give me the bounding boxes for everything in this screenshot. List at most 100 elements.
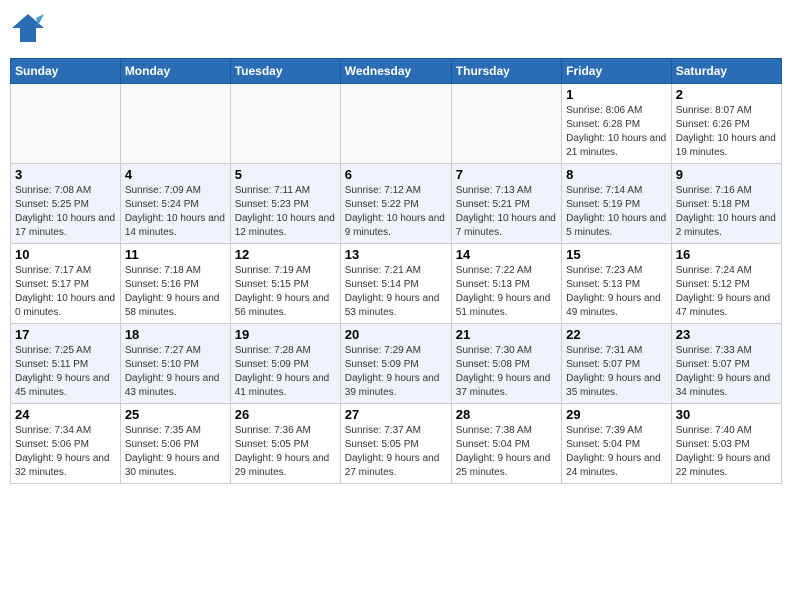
day-info: Sunrise: 7:08 AM Sunset: 5:25 PM Dayligh… bbox=[15, 184, 116, 240]
day-number: 25 bbox=[125, 407, 226, 422]
calendar-day-cell: 1 Sunrise: 8:06 AM Sunset: 6:28 PM Daylig… bbox=[562, 84, 672, 164]
weekday-header: Sunday bbox=[11, 59, 121, 84]
day-number: 23 bbox=[676, 327, 777, 342]
day-info: Sunrise: 7:21 AM Sunset: 5:14 PM Dayligh… bbox=[345, 264, 447, 320]
weekday-header: Saturday bbox=[671, 59, 781, 84]
weekday-header: Wednesday bbox=[340, 59, 451, 84]
day-info: Sunrise: 7:40 AM Sunset: 5:03 PM Dayligh… bbox=[676, 424, 777, 480]
day-info: Sunrise: 7:39 AM Sunset: 5:04 PM Dayligh… bbox=[566, 424, 667, 480]
weekday-header-row: SundayMondayTuesdayWednesdayThursdayFrid… bbox=[11, 59, 782, 84]
day-number: 24 bbox=[15, 407, 116, 422]
day-info: Sunrise: 7:19 AM Sunset: 5:15 PM Dayligh… bbox=[235, 264, 336, 320]
calendar-week-row: 24 Sunrise: 7:34 AM Sunset: 5:06 PM Dayli… bbox=[11, 404, 782, 484]
calendar-day-cell: 23 Sunrise: 7:33 AM Sunset: 5:07 PM Dayli… bbox=[671, 324, 781, 404]
day-number: 28 bbox=[456, 407, 557, 422]
weekday-header: Thursday bbox=[451, 59, 561, 84]
weekday-header: Friday bbox=[562, 59, 672, 84]
calendar-table: SundayMondayTuesdayWednesdayThursdayFrid… bbox=[10, 58, 782, 484]
calendar-day-cell: 19Sunrise: 7:28 AM Sunset: 5:09 PM Dayli… bbox=[230, 324, 340, 404]
calendar-day-cell: 20 Sunrise: 7:29 AM Sunset: 5:09 PM Dayli… bbox=[340, 324, 451, 404]
day-number: 29 bbox=[566, 407, 667, 422]
day-number: 7 bbox=[456, 167, 557, 182]
calendar-day-cell bbox=[340, 84, 451, 164]
day-info: Sunrise: 7:33 AM Sunset: 5:07 PM Dayligh… bbox=[676, 344, 777, 400]
calendar-day-cell: 22 Sunrise: 7:31 AM Sunset: 5:07 PM Dayli… bbox=[562, 324, 672, 404]
calendar-week-row: 3Sunrise: 7:08 AM Sunset: 5:25 PM Daylig… bbox=[11, 164, 782, 244]
day-info: Sunrise: 7:25 AM Sunset: 5:11 PM Dayligh… bbox=[15, 344, 116, 400]
day-number: 1 bbox=[566, 87, 667, 102]
calendar-day-cell: 30Sunrise: 7:40 AM Sunset: 5:03 PM Dayli… bbox=[671, 404, 781, 484]
calendar-body: 1 Sunrise: 8:06 AM Sunset: 6:28 PM Daylig… bbox=[11, 84, 782, 484]
calendar-day-cell: 18 Sunrise: 7:27 AM Sunset: 5:10 PM Dayli… bbox=[120, 324, 230, 404]
calendar-day-cell: 25 Sunrise: 7:35 AM Sunset: 5:06 PM Dayli… bbox=[120, 404, 230, 484]
calendar-week-row: 10Sunrise: 7:17 AM Sunset: 5:17 PM Dayli… bbox=[11, 244, 782, 324]
calendar-day-cell: 21Sunrise: 7:30 AM Sunset: 5:08 PM Dayli… bbox=[451, 324, 561, 404]
day-info: Sunrise: 7:24 AM Sunset: 5:12 PM Dayligh… bbox=[676, 264, 777, 320]
calendar-day-cell: 24 Sunrise: 7:34 AM Sunset: 5:06 PM Dayli… bbox=[11, 404, 121, 484]
calendar-week-row: 1 Sunrise: 8:06 AM Sunset: 6:28 PM Daylig… bbox=[11, 84, 782, 164]
day-info: Sunrise: 7:34 AM Sunset: 5:06 PM Dayligh… bbox=[15, 424, 116, 480]
calendar-day-cell: 3Sunrise: 7:08 AM Sunset: 5:25 PM Daylig… bbox=[11, 164, 121, 244]
day-number: 12 bbox=[235, 247, 336, 262]
day-info: Sunrise: 7:38 AM Sunset: 5:04 PM Dayligh… bbox=[456, 424, 557, 480]
day-number: 15 bbox=[566, 247, 667, 262]
day-info: Sunrise: 7:14 AM Sunset: 5:19 PM Dayligh… bbox=[566, 184, 667, 240]
day-info: Sunrise: 7:16 AM Sunset: 5:18 PM Dayligh… bbox=[676, 184, 777, 240]
day-number: 8 bbox=[566, 167, 667, 182]
calendar-day-cell: 5 Sunrise: 7:11 AM Sunset: 5:23 PM Daylig… bbox=[230, 164, 340, 244]
day-number: 17 bbox=[15, 327, 116, 342]
calendar-day-cell: 10Sunrise: 7:17 AM Sunset: 5:17 PM Dayli… bbox=[11, 244, 121, 324]
calendar-day-cell bbox=[230, 84, 340, 164]
day-info: Sunrise: 7:18 AM Sunset: 5:16 PM Dayligh… bbox=[125, 264, 226, 320]
calendar-day-cell: 7 Sunrise: 7:13 AM Sunset: 5:21 PM Daylig… bbox=[451, 164, 561, 244]
day-info: Sunrise: 7:22 AM Sunset: 5:13 PM Dayligh… bbox=[456, 264, 557, 320]
day-info: Sunrise: 7:17 AM Sunset: 5:17 PM Dayligh… bbox=[15, 264, 116, 320]
calendar-day-cell: 27 Sunrise: 7:37 AM Sunset: 5:05 PM Dayli… bbox=[340, 404, 451, 484]
calendar-day-cell bbox=[451, 84, 561, 164]
day-info: Sunrise: 7:37 AM Sunset: 5:05 PM Dayligh… bbox=[345, 424, 447, 480]
day-info: Sunrise: 7:13 AM Sunset: 5:21 PM Dayligh… bbox=[456, 184, 557, 240]
day-number: 14 bbox=[456, 247, 557, 262]
day-info: Sunrise: 7:31 AM Sunset: 5:07 PM Dayligh… bbox=[566, 344, 667, 400]
day-info: Sunrise: 7:27 AM Sunset: 5:10 PM Dayligh… bbox=[125, 344, 226, 400]
day-info: Sunrise: 7:23 AM Sunset: 5:13 PM Dayligh… bbox=[566, 264, 667, 320]
day-number: 11 bbox=[125, 247, 226, 262]
calendar-day-cell: 6 Sunrise: 7:12 AM Sunset: 5:22 PM Daylig… bbox=[340, 164, 451, 244]
logo-icon bbox=[10, 10, 46, 52]
calendar-day-cell: 14 Sunrise: 7:22 AM Sunset: 5:13 PM Dayli… bbox=[451, 244, 561, 324]
calendar-day-cell: 4Sunrise: 7:09 AM Sunset: 5:24 PM Daylig… bbox=[120, 164, 230, 244]
day-number: 2 bbox=[676, 87, 777, 102]
day-info: Sunrise: 7:36 AM Sunset: 5:05 PM Dayligh… bbox=[235, 424, 336, 480]
day-info: Sunrise: 8:07 AM Sunset: 6:26 PM Dayligh… bbox=[676, 104, 777, 160]
day-number: 9 bbox=[676, 167, 777, 182]
calendar-day-cell: 9 Sunrise: 7:16 AM Sunset: 5:18 PM Daylig… bbox=[671, 164, 781, 244]
day-info: Sunrise: 7:12 AM Sunset: 5:22 PM Dayligh… bbox=[345, 184, 447, 240]
calendar-day-cell: 16 Sunrise: 7:24 AM Sunset: 5:12 PM Dayli… bbox=[671, 244, 781, 324]
calendar-day-cell: 2 Sunrise: 8:07 AM Sunset: 6:26 PM Daylig… bbox=[671, 84, 781, 164]
day-info: Sunrise: 7:11 AM Sunset: 5:23 PM Dayligh… bbox=[235, 184, 336, 240]
day-number: 26 bbox=[235, 407, 336, 422]
calendar-day-cell bbox=[120, 84, 230, 164]
calendar-day-cell: 13 Sunrise: 7:21 AM Sunset: 5:14 PM Dayli… bbox=[340, 244, 451, 324]
calendar-day-cell: 12 Sunrise: 7:19 AM Sunset: 5:15 PM Dayli… bbox=[230, 244, 340, 324]
day-number: 27 bbox=[345, 407, 447, 422]
day-number: 20 bbox=[345, 327, 447, 342]
page-header bbox=[10, 10, 782, 52]
calendar-day-cell: 8 Sunrise: 7:14 AM Sunset: 5:19 PM Daylig… bbox=[562, 164, 672, 244]
day-info: Sunrise: 7:29 AM Sunset: 5:09 PM Dayligh… bbox=[345, 344, 447, 400]
calendar-day-cell: 28 Sunrise: 7:38 AM Sunset: 5:04 PM Dayli… bbox=[451, 404, 561, 484]
day-info: Sunrise: 7:30 AM Sunset: 5:08 PM Dayligh… bbox=[456, 344, 557, 400]
day-number: 4 bbox=[125, 167, 226, 182]
day-number: 22 bbox=[566, 327, 667, 342]
day-number: 13 bbox=[345, 247, 447, 262]
calendar-day-cell: 17 Sunrise: 7:25 AM Sunset: 5:11 PM Dayli… bbox=[11, 324, 121, 404]
day-info: Sunrise: 8:06 AM Sunset: 6:28 PM Dayligh… bbox=[566, 104, 667, 160]
calendar-week-row: 17 Sunrise: 7:25 AM Sunset: 5:11 PM Dayli… bbox=[11, 324, 782, 404]
day-info: Sunrise: 7:28 AM Sunset: 5:09 PM Dayligh… bbox=[235, 344, 336, 400]
day-number: 5 bbox=[235, 167, 336, 182]
day-number: 6 bbox=[345, 167, 447, 182]
day-info: Sunrise: 7:35 AM Sunset: 5:06 PM Dayligh… bbox=[125, 424, 226, 480]
day-number: 16 bbox=[676, 247, 777, 262]
calendar-day-cell: 11 Sunrise: 7:18 AM Sunset: 5:16 PM Dayli… bbox=[120, 244, 230, 324]
day-number: 18 bbox=[125, 327, 226, 342]
